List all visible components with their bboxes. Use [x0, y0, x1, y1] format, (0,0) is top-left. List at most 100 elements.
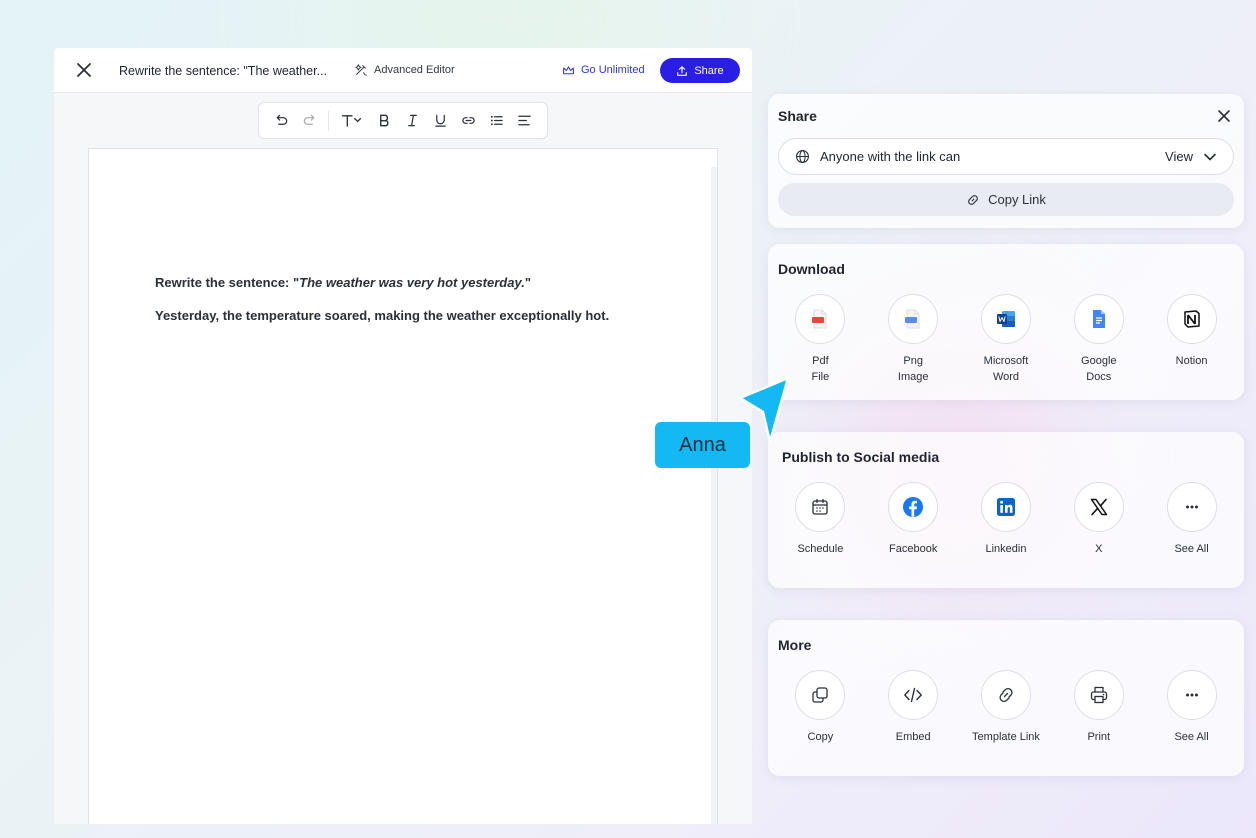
linkedin-icon [996, 498, 1015, 516]
editor-window: Rewrite the sentence: "The weather... Ad… [54, 48, 752, 824]
download-google-docs-label: Google Docs [1081, 355, 1117, 383]
answer-text: Yesterday, the temperature soared, makin… [155, 308, 610, 323]
chevron-down-icon [1204, 153, 1216, 160]
page-scrollbar[interactable] [711, 167, 717, 824]
copy-link-button[interactable]: Copy Link [778, 183, 1234, 216]
more-see-all[interactable]: See All [1145, 670, 1238, 745]
download-word-circle [980, 294, 1031, 344]
x-icon [1090, 498, 1108, 516]
download-word[interactable]: Microsoft Word [960, 294, 1053, 385]
more-embed[interactable]: Embed [867, 670, 960, 745]
social-facebook[interactable]: Facebook [867, 482, 960, 557]
more-panel-title: More [778, 637, 812, 653]
pdf-file-icon [812, 309, 827, 329]
globe-icon [796, 150, 809, 163]
advanced-editor-label: Advanced Editor [374, 64, 455, 76]
download-pdf[interactable]: Pdf File [774, 294, 867, 385]
share-panel: Share Anyone with the link can View Copy… [768, 94, 1244, 228]
more-copy[interactable]: Copy [774, 670, 867, 745]
share-button-label: Share [694, 64, 724, 77]
social-schedule[interactable]: Schedule [774, 482, 867, 557]
share-panel-title: Share [778, 108, 817, 124]
embed-code-icon [904, 687, 923, 703]
document-title: Rewrite the sentence: "The weather... [119, 64, 328, 78]
calendar-icon [812, 498, 829, 515]
download-google-docs-circle [1073, 294, 1124, 344]
redo-button[interactable] [295, 107, 323, 135]
download-notion-circle [1166, 294, 1217, 344]
social-x[interactable]: X [1052, 482, 1145, 557]
download-notion-label: Notion [1175, 355, 1208, 367]
social-facebook-label: Facebook [889, 543, 938, 555]
copy-link-label: Copy Link [988, 192, 1046, 207]
prompt-text: Rewrite the sentence: "The weather was v… [155, 275, 531, 290]
go-unlimited-label: Go Unlimited [581, 64, 645, 76]
redo-icon [303, 114, 314, 125]
more-panel: More Copy Embed Template Link Print See … [768, 620, 1244, 776]
undo-button[interactable] [267, 107, 295, 135]
prompt-suffix: " [524, 275, 531, 290]
link-access-select[interactable]: Anyone with the link can View [778, 138, 1234, 175]
upload-icon [677, 65, 688, 76]
bullet-list-button[interactable] [482, 107, 510, 135]
more-print-circle [1073, 670, 1124, 720]
download-png[interactable]: Png Image [867, 294, 960, 385]
notion-icon [1183, 310, 1200, 328]
printer-icon [1090, 686, 1107, 704]
social-x-circle [1073, 482, 1124, 532]
more-options: Copy Embed Template Link Print See All [774, 670, 1238, 745]
social-x-label: X [1095, 543, 1103, 555]
download-png-circle [888, 294, 939, 344]
underline-icon [434, 114, 446, 127]
copy-icon [812, 687, 829, 703]
underline-button[interactable] [426, 107, 454, 135]
download-notion[interactable]: Notion [1145, 294, 1238, 385]
advanced-editor-button[interactable]: Advanced Editor [354, 61, 455, 79]
align-left-button[interactable] [510, 107, 538, 135]
align-left-icon [517, 115, 531, 126]
more-template-link-label: Template Link [972, 731, 1040, 743]
microsoft-word-icon [996, 311, 1015, 327]
more-template-link-circle [980, 670, 1031, 720]
download-pdf-circle [795, 294, 846, 344]
social-linkedin-label: Linkedin [985, 543, 1027, 555]
social-see-all[interactable]: See All [1145, 482, 1238, 557]
more-copy-label: Copy [807, 731, 834, 743]
more-see-all-label: See All [1174, 731, 1209, 743]
more-dots-icon [1185, 693, 1198, 697]
social-see-all-label: See All [1174, 543, 1209, 555]
link-button[interactable] [454, 107, 482, 135]
close-icon[interactable] [1216, 108, 1232, 124]
link-access-mode: View [1165, 149, 1193, 164]
more-print[interactable]: Print [1052, 670, 1145, 745]
text-style-dropdown[interactable] [334, 107, 370, 135]
link-icon [461, 117, 475, 124]
download-word-label: Microsoft Word [983, 355, 1029, 383]
social-linkedin[interactable]: Linkedin [960, 482, 1053, 557]
close-icon[interactable] [74, 60, 94, 80]
magic-pencil-icon [355, 64, 367, 76]
more-see-all-circle [1166, 670, 1217, 720]
go-unlimited-button[interactable]: Go Unlimited [562, 61, 645, 79]
more-copy-circle [795, 670, 846, 720]
document-page[interactable]: Rewrite the sentence: "The weather was v… [88, 148, 718, 824]
link-access-text: Anyone with the link can [820, 149, 961, 164]
undo-icon [276, 114, 287, 125]
share-button[interactable]: Share [660, 58, 740, 83]
italic-icon [407, 114, 417, 127]
italic-button[interactable] [398, 107, 426, 135]
social-panel-title: Publish to Social media [782, 449, 940, 465]
prompt-italic-sentence: The weather was very hot yesterday. [299, 275, 525, 290]
bold-button[interactable] [370, 107, 398, 135]
toolbar-divider [328, 110, 329, 131]
download-google-docs[interactable]: Google Docs [1052, 294, 1145, 385]
facebook-icon [903, 497, 924, 517]
download-panel-title: Download [778, 261, 845, 277]
social-schedule-circle [795, 482, 846, 532]
more-embed-label: Embed [895, 731, 931, 743]
social-schedule-label: Schedule [797, 543, 844, 555]
download-png-label: Png Image [897, 355, 929, 383]
more-template-link[interactable]: Template Link [960, 670, 1053, 745]
bullet-list-icon [490, 115, 503, 126]
collaborator-name-tag: Anna [655, 422, 750, 468]
